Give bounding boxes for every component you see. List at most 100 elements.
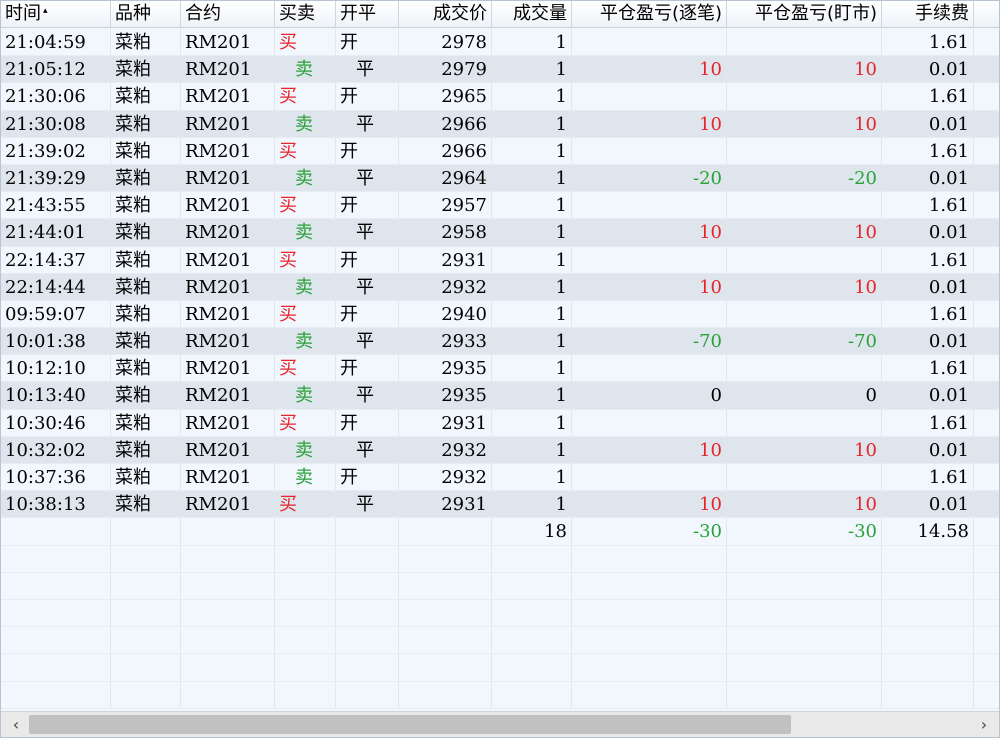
cell-offset: 平 (336, 491, 399, 519)
cell-volume: 1 (492, 219, 572, 247)
total-volume: 18 (492, 518, 572, 546)
column-header-fee[interactable]: 手续费 (882, 1, 974, 28)
cell-volume: 1 (492, 164, 572, 193)
empty-cell (727, 545, 882, 573)
column-header-variety[interactable]: 品种 (111, 1, 181, 28)
empty-cell (111, 627, 181, 655)
cell-pnl-trade: -70 (572, 328, 727, 356)
cell-time: 21:04:59 (1, 29, 111, 57)
cell-offset: 平 (336, 436, 399, 464)
cell-offset: 平 (336, 219, 399, 247)
cell-time: 10:37:36 (1, 464, 111, 492)
empty-cell (882, 654, 974, 682)
empty-cell (111, 681, 181, 709)
table-row[interactable]: 10:38:13 菜粕 RM201 买平 2931 1 10 10 0.01 (1, 491, 999, 519)
empty-cell (275, 654, 336, 682)
column-header-pnl-mtm[interactable]: 平仓盈亏(盯市) (727, 1, 882, 28)
empty-cell (181, 545, 275, 573)
table-row[interactable]: 21:43:55 菜粕 RM201 买开 2957 1 1.61 (1, 192, 999, 220)
cell-price: 2957 (399, 192, 492, 220)
column-header-time[interactable]: 时间 ▴ (1, 1, 111, 28)
cell-side: 卖 (275, 464, 336, 492)
table-row[interactable]: 21:30:08 菜粕 RM201 卖平 2966 1 10 10 0.01 (1, 110, 999, 138)
cell-variety: 菜粕 (111, 300, 181, 329)
cell-pnl-trade: 10 (572, 273, 727, 301)
empty-cell (399, 599, 492, 628)
horizontal-scrollbar[interactable]: ‹ › (1, 711, 999, 737)
scrollbar-thumb[interactable] (29, 715, 791, 734)
cell-price: 2931 (399, 491, 492, 519)
cell-fee: 0.01 (882, 491, 974, 519)
cell-variety: 菜粕 (111, 219, 181, 247)
cell-pnl-trade (572, 192, 727, 220)
cell-filler (974, 546, 999, 573)
cell-offset: 平 (336, 110, 399, 138)
empty-cell (572, 654, 727, 682)
sort-ascending-icon: ▴ (43, 6, 48, 16)
cell-filler (974, 29, 999, 57)
cell-contract: RM201 (181, 83, 275, 111)
empty-cell (111, 572, 181, 600)
cell-variety: 菜粕 (111, 328, 181, 356)
table-row[interactable]: 21:39:29 菜粕 RM201 卖平 2964 1 -20 -20 0.01 (1, 164, 999, 193)
cell-pnl-trade (572, 464, 727, 492)
empty-cell (572, 545, 727, 573)
cell-fee: 1.61 (882, 464, 974, 492)
cell-offset: 平 (336, 328, 399, 356)
cell-pnl-mtm: 10 (727, 436, 882, 464)
empty-cell (111, 545, 181, 573)
table-row[interactable]: 21:39:02 菜粕 RM201 买开 2966 1 1.61 (1, 137, 999, 165)
table-row[interactable]: 22:14:37 菜粕 RM201 买开 2931 1 1.61 (1, 246, 999, 274)
cell-volume: 1 (492, 273, 572, 301)
table-row[interactable]: 10:13:40 菜粕 RM201 卖平 2935 1 0 0 0.01 (1, 382, 999, 410)
empty-cell (399, 681, 492, 709)
empty-cell (181, 654, 275, 682)
empty-cell (1, 545, 111, 573)
cell-side: 买 (275, 137, 336, 165)
cell-contract: RM201 (181, 137, 275, 165)
cell-filler (974, 518, 999, 546)
column-header-side[interactable]: 买卖 (275, 1, 336, 28)
column-header-contract[interactable]: 合约 (181, 1, 275, 28)
cell-filler (974, 247, 999, 274)
table-row[interactable]: 10:12:10 菜粕 RM201 买开 2935 1 1.61 (1, 355, 999, 383)
cell-volume: 1 (492, 192, 572, 220)
cell-contract: RM201 (181, 192, 275, 220)
table-row[interactable]: 10:30:46 菜粕 RM201 买开 2931 1 1.61 (1, 409, 999, 437)
scroll-left-button[interactable]: ‹ (3, 712, 29, 737)
table-row[interactable]: 10:37:36 菜粕 RM201 卖开 2932 1 1.61 (1, 464, 999, 492)
column-header-volume[interactable]: 成交量 (492, 1, 572, 28)
column-header-price[interactable]: 成交价 (399, 1, 492, 28)
cell-time: 21:44:01 (1, 219, 111, 247)
total-fee: 14.58 (882, 518, 974, 546)
cell-pnl-mtm (727, 83, 882, 111)
empty-cell (275, 681, 336, 709)
cell-side: 卖 (275, 164, 336, 193)
table-row[interactable]: 21:05:12 菜粕 RM201 卖平 2979 1 10 10 0.01 (1, 56, 999, 84)
table-row[interactable]: 10:32:02 菜粕 RM201 卖平 2932 1 10 10 0.01 (1, 436, 999, 464)
table-row[interactable]: 22:14:44 菜粕 RM201 卖平 2932 1 10 10 0.01 (1, 273, 999, 301)
cell-fee: 0.01 (882, 164, 974, 193)
cell-variety: 菜粕 (111, 355, 181, 383)
table-row[interactable]: 21:44:01 菜粕 RM201 卖平 2958 1 10 10 0.01 (1, 219, 999, 247)
cell-offset: 开 (336, 192, 399, 220)
cell-pnl-mtm: 10 (727, 110, 882, 138)
cell-volume: 1 (492, 246, 572, 274)
column-header-pnl-trade[interactable]: 平仓盈亏(逐笔) (572, 1, 727, 28)
table-row[interactable]: 21:04:59 菜粕 RM201 买开 2978 1 1.61 (1, 29, 999, 57)
cell-variety: 菜粕 (111, 436, 181, 464)
table-row[interactable]: 21:30:06 菜粕 RM201 买开 2965 1 1.61 (1, 83, 999, 111)
column-header-filler (974, 1, 999, 28)
table-row[interactable]: 10:01:38 菜粕 RM201 卖平 2933 1 -70 -70 0.01 (1, 328, 999, 356)
column-header-offset[interactable]: 开平 (336, 1, 399, 28)
cell-filler (974, 165, 999, 193)
cell-price: 2932 (399, 273, 492, 301)
cell-price: 2933 (399, 328, 492, 356)
total-empty-cell (111, 518, 181, 546)
cell-fee: 0.01 (882, 110, 974, 138)
scroll-right-button[interactable]: › (971, 712, 997, 737)
cell-variety: 菜粕 (111, 110, 181, 138)
empty-cell (399, 572, 492, 600)
empty-cell (336, 654, 399, 682)
table-row[interactable]: 09:59:07 菜粕 RM201 买开 2940 1 1.61 (1, 300, 999, 329)
